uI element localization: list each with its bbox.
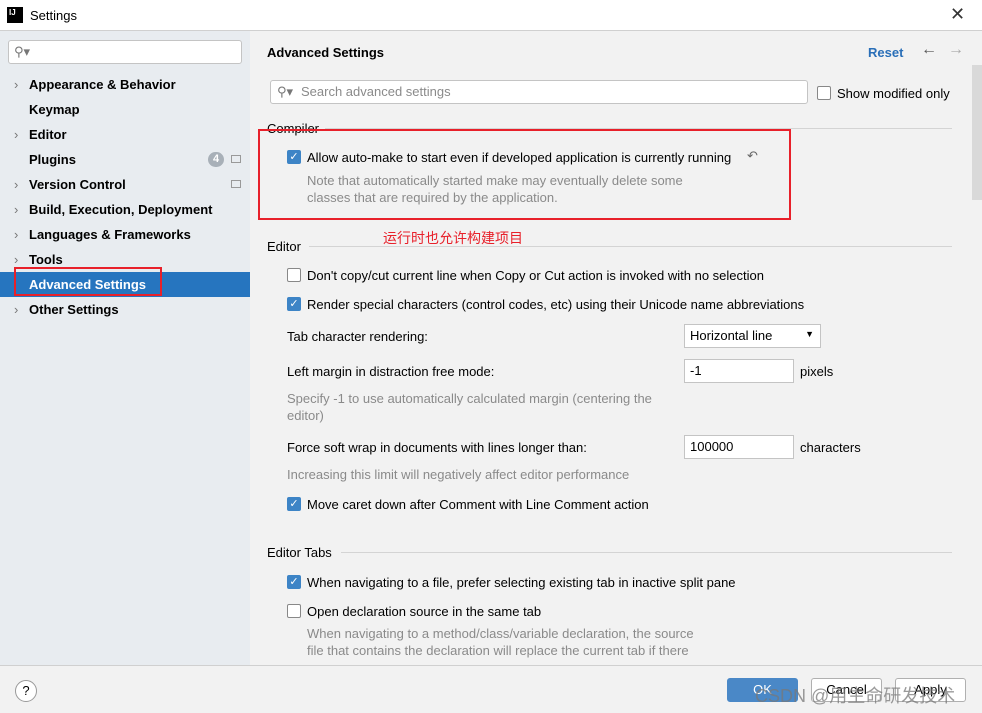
search-placeholder: Search advanced settings [301, 84, 451, 99]
chevron-right-icon: › [14, 77, 19, 92]
sidebar-item-label: Editor [29, 127, 67, 142]
page-title: Advanced Settings [267, 45, 385, 60]
margin-label: Left margin in distraction free mode: [287, 364, 495, 379]
sidebar-item-version-control[interactable]: › Version Control [0, 172, 250, 197]
chevron-right-icon: › [14, 127, 19, 142]
declaration-same-tab-checkbox[interactable] [287, 604, 301, 618]
margin-note: Specify -1 to use automatically calculat… [287, 391, 652, 406]
divider [309, 246, 952, 247]
sidebar-item-other-settings[interactable]: › Other Settings [0, 297, 250, 322]
dropdown-arrow-icon: ▼ [805, 329, 814, 339]
sidebar-item-label: Tools [29, 252, 63, 267]
chevron-right-icon: › [14, 177, 19, 192]
sidebar-item-build[interactable]: › Build, Execution, Deployment [0, 197, 250, 222]
title-bar: IJ Settings ✕ [0, 0, 982, 31]
sidebar-item-plugins[interactable]: Plugins 4 [0, 147, 250, 172]
margin-unit: pixels [800, 364, 834, 379]
show-modified-checkbox[interactable] [817, 86, 831, 100]
sidebar: ⚲▾ › Appearance & Behavior Keymap › Editor… [0, 31, 250, 665]
move-caret-checkbox[interactable]: ✓ [287, 497, 301, 511]
search-icon: ⚲▾ [14, 44, 31, 59]
soft-wrap-input[interactable]: 100000 [684, 435, 794, 459]
tab-rendering-label: Tab character rendering: [287, 329, 428, 344]
close-icon[interactable]: ✕ [950, 4, 965, 25]
declaration-note: file that contains the declaration will … [307, 643, 689, 658]
sidebar-item-label: Plugins [29, 152, 76, 167]
margin-input[interactable]: -1 [684, 359, 794, 383]
select-value: Horizontal line [690, 328, 773, 343]
soft-wrap-unit: characters [800, 440, 861, 455]
search-icon: ⚲▾ [277, 84, 294, 99]
sidebar-search-input[interactable]: ⚲▾ [8, 40, 242, 64]
sidebar-item-languages[interactable]: › Languages & Frameworks [0, 222, 250, 247]
sidebar-item-label: Build, Execution, Deployment [29, 202, 213, 217]
sidebar-item-editor[interactable]: › Editor [0, 122, 250, 147]
no-copy-line-checkbox[interactable] [287, 268, 301, 282]
back-arrow-icon[interactable]: ← [921, 41, 937, 59]
plugins-badge: 4 [208, 152, 224, 167]
advanced-search-input[interactable]: Search advanced settings [270, 80, 808, 104]
soft-wrap-note: Increasing this limit will negatively af… [287, 467, 630, 482]
tab-rendering-select[interactable]: Horizontal line ▼ [684, 324, 821, 348]
project-level-icon [231, 155, 241, 163]
project-level-icon [231, 180, 241, 188]
editor-header: Editor [267, 239, 301, 254]
sidebar-item-keymap[interactable]: Keymap [0, 97, 250, 122]
sidebar-item-label: Appearance & Behavior [29, 77, 176, 92]
editor-tabs-header: Editor Tabs [267, 545, 332, 560]
highlight-box [14, 267, 162, 296]
scrollbar-thumb[interactable] [972, 65, 982, 200]
window-title: Settings [30, 8, 77, 23]
move-caret-label: Move caret down after Comment with Line … [307, 497, 649, 512]
show-modified-label: Show modified only [837, 86, 950, 101]
watermark: CSDN @用生命研发技术 [755, 686, 956, 706]
annotation-text: 运行时也允许构建项目 [383, 230, 523, 246]
help-button[interactable]: ? [15, 680, 37, 702]
prefer-existing-tab-label: When navigating to a file, prefer select… [307, 575, 736, 590]
no-copy-line-label: Don't copy/cut current line when Copy or… [307, 268, 764, 283]
sidebar-item-label: Other Settings [29, 302, 119, 317]
declaration-note: When navigating to a method/class/variab… [307, 626, 694, 641]
sidebar-item-label: Keymap [29, 102, 80, 117]
highlight-box [258, 129, 791, 220]
chevron-right-icon: › [14, 202, 19, 217]
chevron-right-icon: › [14, 227, 19, 242]
reset-link[interactable]: Reset [868, 45, 903, 60]
margin-note: editor) [287, 408, 324, 423]
chevron-right-icon: › [14, 302, 19, 317]
render-special-label: Render special characters (control codes… [307, 297, 805, 312]
sidebar-item-appearance[interactable]: › Appearance & Behavior [0, 72, 250, 97]
forward-arrow-icon[interactable]: → [948, 41, 964, 59]
declaration-same-tab-label: Open declaration source in the same tab [307, 604, 542, 619]
sidebar-item-label: Version Control [29, 177, 126, 192]
render-special-checkbox[interactable]: ✓ [287, 297, 301, 311]
content-panel [250, 31, 982, 665]
soft-wrap-label: Force soft wrap in documents with lines … [287, 440, 587, 455]
app-logo: IJ [7, 7, 23, 23]
prefer-existing-tab-checkbox[interactable]: ✓ [287, 575, 301, 589]
sidebar-item-label: Languages & Frameworks [29, 227, 191, 242]
divider [341, 552, 952, 553]
